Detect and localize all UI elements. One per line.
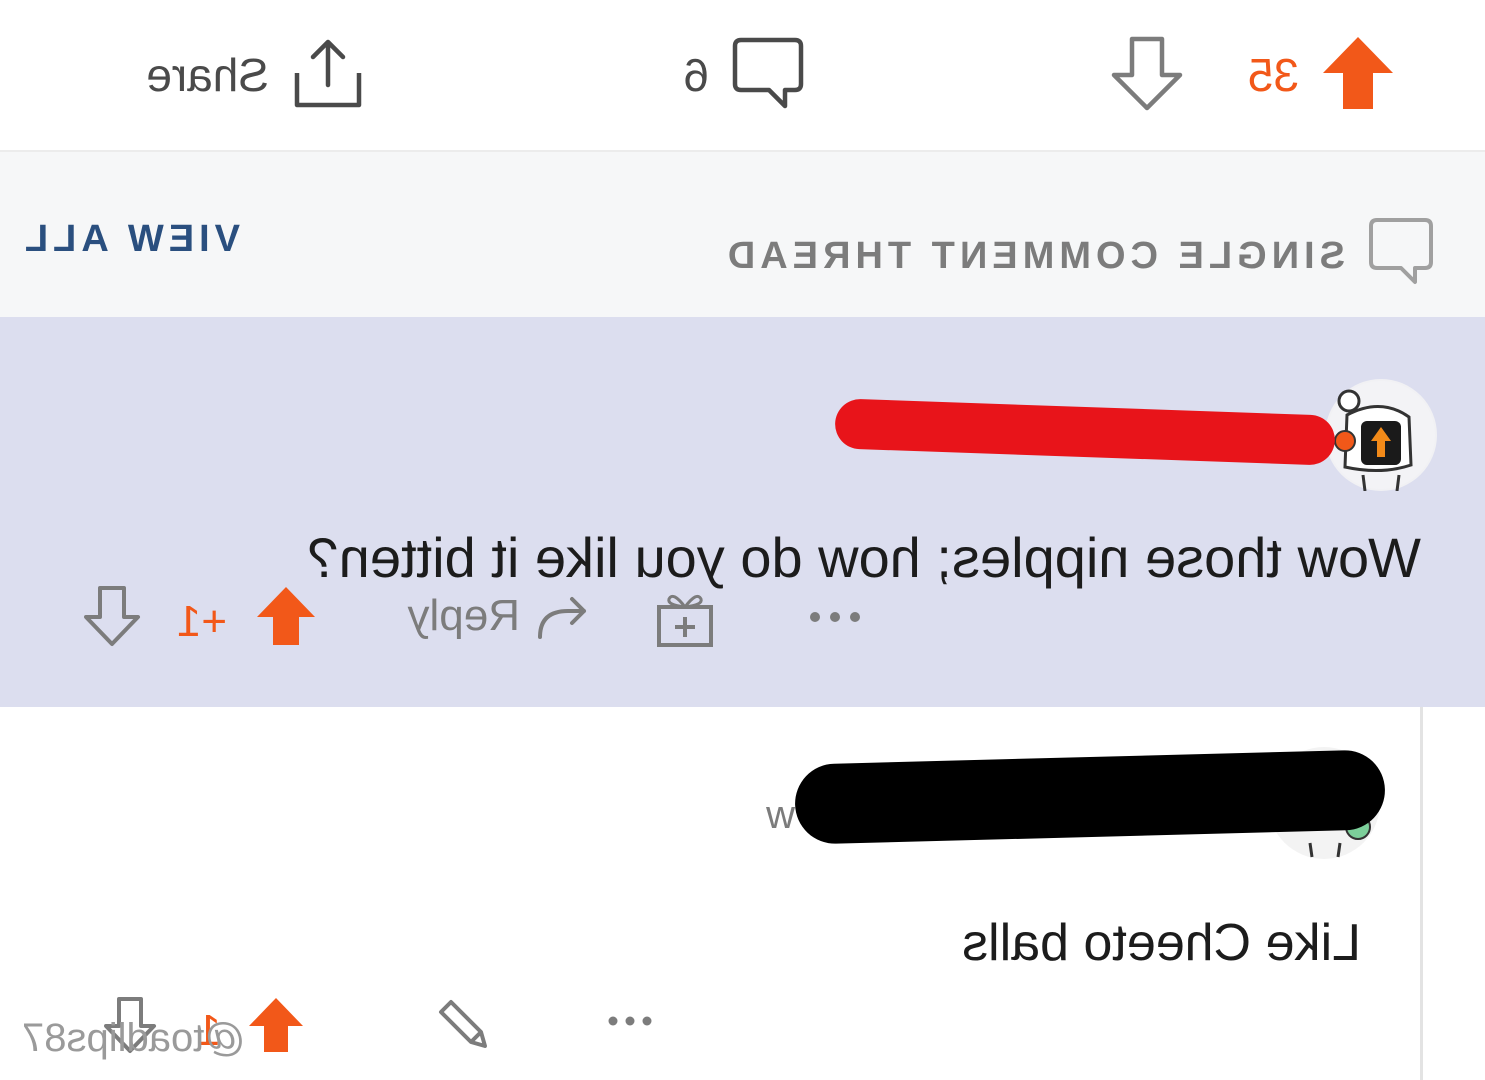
more-options-button[interactable] xyxy=(605,1012,655,1030)
vote-delta: +1 xyxy=(176,596,227,646)
downvote-icon[interactable] xyxy=(83,585,141,658)
redacted-username xyxy=(834,398,1336,466)
watermark: @toadlips87 xyxy=(22,1016,245,1060)
post-comment-count: 6 xyxy=(683,49,709,101)
thread-label-text: SINGLE COMMENT THREAD xyxy=(722,234,1345,277)
upvote-icon[interactable] xyxy=(247,996,305,1065)
reply-button[interactable]: Reply xyxy=(408,591,591,641)
comment-icon xyxy=(731,36,805,115)
more-options-button[interactable] xyxy=(805,607,865,627)
comment-highlighted: Wow those nipples; how do you like it bi… xyxy=(0,317,1485,707)
single-thread-bar: SINGLE COMMENT THREAD VIEW ALL xyxy=(0,150,1485,319)
comment-body: Wow those nipples; how do you like it bi… xyxy=(308,525,1421,590)
upvote-icon[interactable] xyxy=(255,585,317,658)
post-vote-group: 35 xyxy=(1110,30,1395,120)
comment-text: Wow those nipples; how do you like it bi… xyxy=(307,526,1421,589)
comment-body: Like Cheeto balls xyxy=(962,913,1361,973)
downvote-icon[interactable] xyxy=(1110,35,1184,116)
reply-label: Reply xyxy=(407,591,521,640)
avatar[interactable] xyxy=(1325,379,1437,492)
pencil-icon xyxy=(439,1000,487,1048)
post-action-bar: 35 6 Share xyxy=(0,0,1485,150)
redacted-username xyxy=(794,749,1386,845)
comment-action-bar: Reply +1 xyxy=(0,586,1485,683)
thread-comment-icon xyxy=(1367,216,1435,296)
post-comments-button[interactable]: 6 xyxy=(683,30,805,120)
share-icon xyxy=(291,37,365,114)
post-share-button[interactable]: Share xyxy=(146,30,365,120)
share-label: Share xyxy=(146,49,269,101)
comment-vote-group: +1 xyxy=(83,585,317,658)
mirrored-screenshot: 35 6 Share SINGLE COMMENT THREAD VIEW AL… xyxy=(0,0,1485,1080)
username-fragment: w xyxy=(766,793,795,837)
award-gift-button[interactable] xyxy=(655,589,715,649)
edit-button[interactable] xyxy=(435,996,495,1056)
comment-text: Like Cheeto balls xyxy=(962,914,1361,972)
view-all-link[interactable]: VIEW ALL xyxy=(20,218,240,261)
thread-label-group: SINGLE COMMENT THREAD xyxy=(723,216,1435,296)
upvote-icon[interactable] xyxy=(1321,35,1395,116)
post-score: 35 xyxy=(1247,49,1299,101)
